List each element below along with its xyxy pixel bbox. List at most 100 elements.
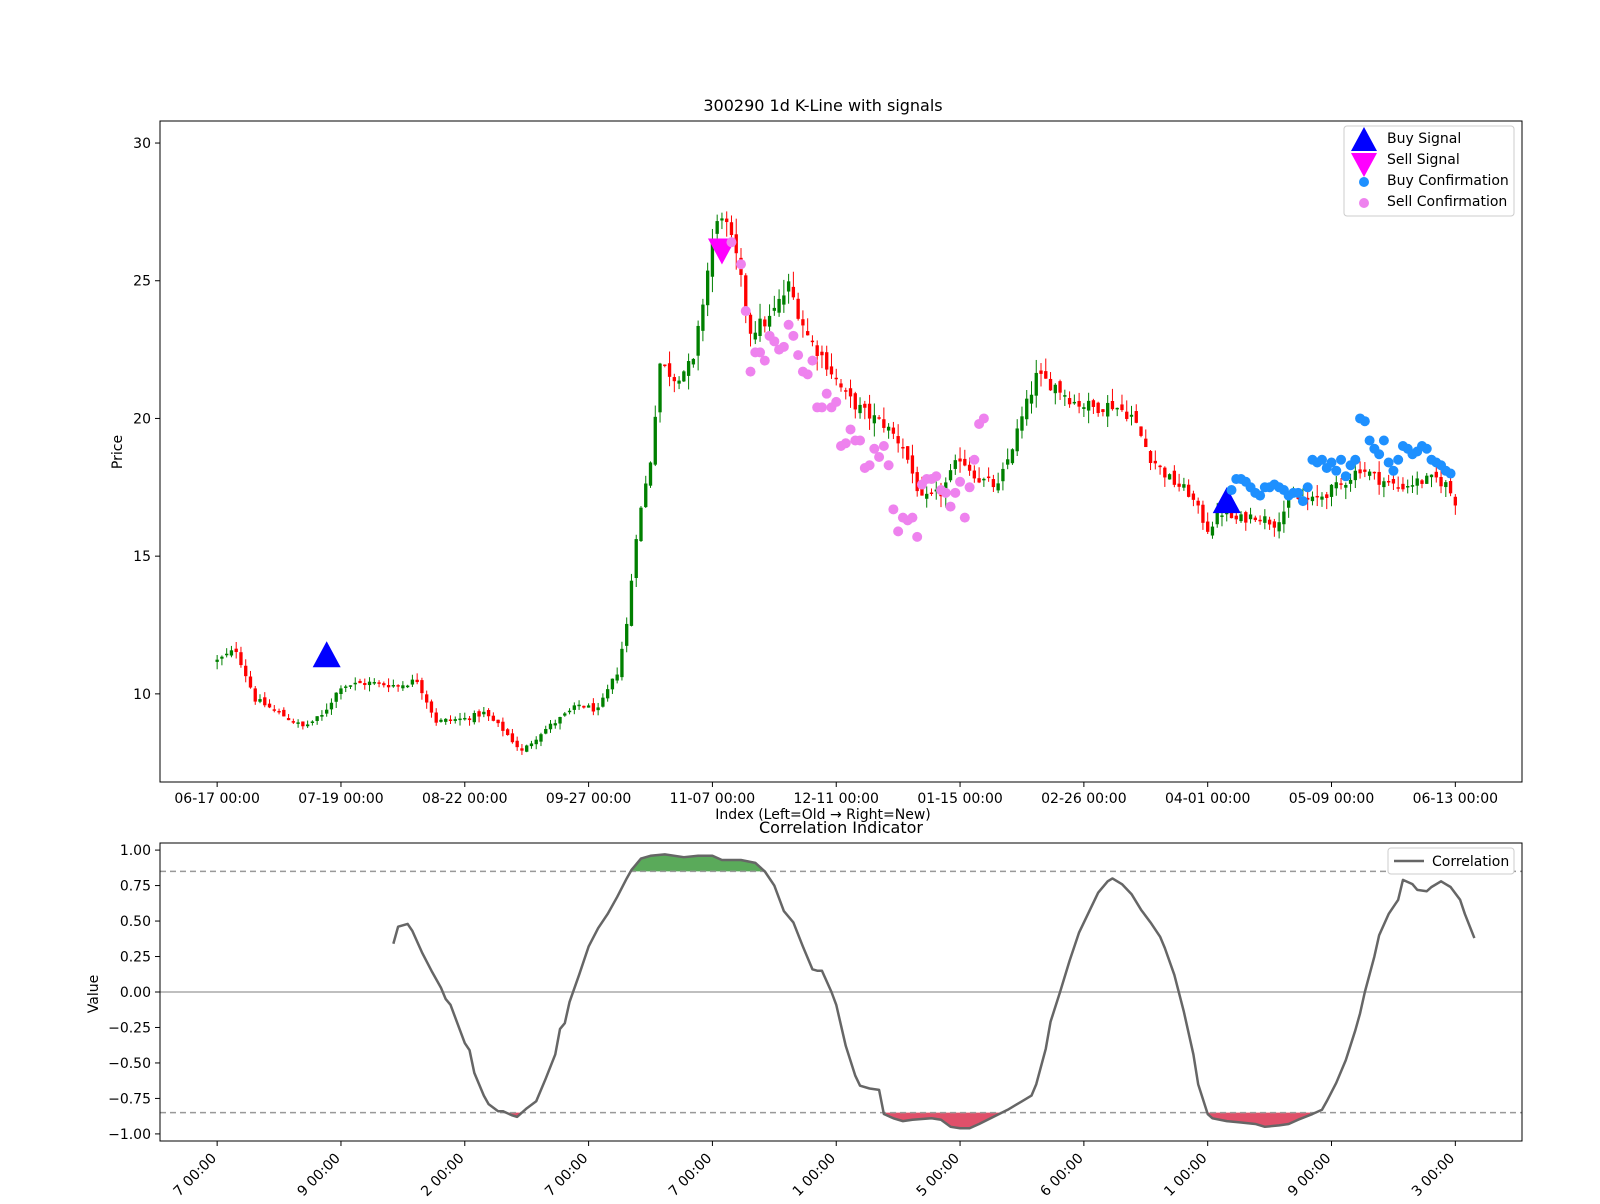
- candle-body: [425, 694, 429, 703]
- candle-body: [644, 483, 648, 508]
- candle-body: [672, 377, 676, 382]
- x-tick-label: 04-01 00:00: [1165, 791, 1250, 807]
- x-tick-label: 05-09 00:00: [1289, 791, 1374, 807]
- legend-label: Buy Signal: [1387, 131, 1461, 147]
- candle-body: [220, 656, 224, 659]
- candle-body: [586, 705, 591, 708]
- candle-body: [620, 648, 624, 678]
- candle-body: [748, 314, 753, 334]
- candle-body: [286, 718, 291, 721]
- buy-signal-marker: [312, 641, 341, 668]
- candle-body: [1191, 493, 1196, 500]
- candle-body: [458, 718, 462, 721]
- candle-body: [639, 507, 643, 542]
- candle-body: [901, 446, 905, 449]
- candle-body: [1029, 394, 1034, 404]
- candle-body: [820, 351, 824, 356]
- x-tick-label: 7 00:00: [542, 1151, 591, 1200]
- y-tick-label: 0.00: [120, 985, 151, 1001]
- candle-body: [977, 478, 981, 483]
- candle-body: [229, 650, 234, 656]
- y-tick-label: 25: [133, 274, 151, 290]
- candle-body: [763, 319, 767, 327]
- sell-confirmation-point: [821, 388, 832, 399]
- candle-body: [925, 493, 929, 499]
- sell-confirmation-point: [959, 512, 970, 523]
- candle-body: [325, 709, 329, 714]
- candle-body: [1072, 401, 1077, 404]
- candle-body: [801, 319, 805, 326]
- candle-body: [906, 446, 910, 460]
- buy-confirmation-point: [1226, 485, 1237, 496]
- candle-body: [1363, 469, 1367, 472]
- sell-confirmation-point: [874, 452, 885, 463]
- candle-body: [696, 325, 700, 356]
- buy-confirmation-point: [1340, 471, 1351, 482]
- x-tick-label: 1 00:00: [1161, 1151, 1210, 1200]
- candle-body: [1310, 496, 1315, 502]
- candle-body: [839, 383, 843, 388]
- candle-body: [701, 304, 705, 331]
- candle-body: [882, 419, 886, 428]
- candle-body: [1406, 486, 1410, 488]
- candle-body: [1182, 484, 1186, 488]
- y-tick-label: 0.50: [120, 914, 151, 930]
- legend-label: Sell Signal: [1387, 152, 1460, 168]
- candle-body: [1006, 459, 1010, 465]
- sell-confirmation-point: [950, 487, 961, 498]
- candle-body: [891, 427, 896, 434]
- sell-confirmation-point: [893, 526, 904, 537]
- y-tick-label: 10: [133, 687, 151, 703]
- candle-body: [563, 713, 567, 716]
- candle-body: [991, 479, 996, 488]
- candle-body: [1358, 469, 1362, 474]
- candle-body: [791, 286, 796, 298]
- candle-body: [1344, 484, 1348, 488]
- candle-body: [1186, 484, 1191, 497]
- correlation-reference-lines: [160, 870, 1522, 1114]
- candle-body: [1386, 480, 1391, 483]
- candle-body: [615, 674, 619, 681]
- candle-body: [1334, 482, 1338, 489]
- sell-confirmation-point: [759, 355, 770, 366]
- candle-body: [1348, 479, 1353, 484]
- candle-body: [339, 688, 343, 695]
- candle-body: [625, 623, 629, 646]
- candle-body: [386, 684, 391, 688]
- sell-confirmation-point: [888, 504, 899, 515]
- candle-body: [358, 680, 362, 684]
- kline-y-ticks: 10 15 20 25 30: [133, 136, 160, 703]
- candle-body: [1372, 471, 1377, 474]
- figure-canvas: 300290 1d K-Line with signals Price Inde…: [86, 96, 1523, 1200]
- x-tick-label: 5 00:00: [914, 1151, 963, 1200]
- candle-body: [1039, 370, 1043, 374]
- y-tick-label: 15: [133, 549, 151, 565]
- candle-body: [515, 740, 519, 748]
- candle-body: [929, 492, 934, 495]
- candle-body: [472, 713, 476, 723]
- x-tick-label: 6 00:00: [1037, 1151, 1086, 1200]
- x-tick-label: 02-26 00:00: [1041, 791, 1126, 807]
- candle-body: [720, 218, 724, 221]
- kline-markers: [312, 237, 1456, 668]
- candle-body: [272, 709, 276, 711]
- candle-body: [363, 682, 367, 685]
- candle-body: [958, 458, 962, 462]
- candle-body: [410, 679, 415, 685]
- candle-body: [686, 361, 691, 376]
- candle-body: [548, 723, 553, 730]
- x-tick-label: 09-27 00:00: [546, 791, 631, 807]
- x-tick-label: 7 00:00: [666, 1151, 715, 1200]
- candle-body: [1425, 475, 1429, 484]
- candle-body: [677, 380, 681, 384]
- y-tick-label: 20: [133, 411, 151, 427]
- correlation-x-ticks: 7 00:00 9 00:00 2 00:00 7 00:00 7 00:00 1 00:…: [171, 1141, 1458, 1200]
- legend-label: Correlation: [1432, 854, 1509, 870]
- candle-body: [1129, 414, 1134, 417]
- candle-body: [520, 748, 524, 751]
- candle-body: [1415, 478, 1419, 486]
- y-tick-label: −0.75: [108, 1091, 151, 1107]
- candle-body: [805, 331, 810, 336]
- candle-body: [996, 483, 1000, 491]
- candle-body: [1082, 407, 1086, 409]
